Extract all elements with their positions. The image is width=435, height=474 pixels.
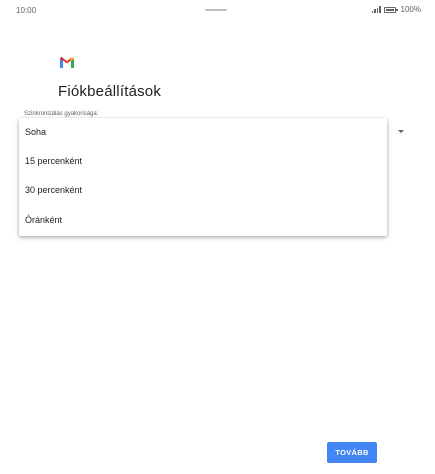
gmail-logo-icon xyxy=(60,57,74,68)
sync-frequency-label: Szinkronizálás gyakorisága: xyxy=(24,111,99,117)
menu-item-15-minutes[interactable]: 15 percenként xyxy=(19,147,387,176)
next-button[interactable]: TOVÁBB xyxy=(327,442,377,463)
menu-item-30-minutes[interactable]: 30 percenként xyxy=(19,176,387,205)
signal-icon xyxy=(371,6,381,13)
status-time: 10:00 xyxy=(16,6,37,15)
sync-frequency-menu: Soha 15 percenként 30 percenként Óránkén… xyxy=(19,118,387,236)
screen: 10:00 100% Fiókbeállítások Szinkronizálá… xyxy=(0,0,435,474)
status-icons: 100% xyxy=(371,5,421,14)
notch-indicator xyxy=(205,9,227,11)
menu-item-never[interactable]: Soha xyxy=(19,118,387,147)
battery-percent: 100% xyxy=(400,5,421,14)
page-title: Fiókbeállítások xyxy=(58,83,162,100)
battery-icon xyxy=(383,6,398,13)
menu-item-hourly[interactable]: Óránként xyxy=(19,206,387,235)
dropdown-arrow-icon[interactable] xyxy=(398,130,404,133)
